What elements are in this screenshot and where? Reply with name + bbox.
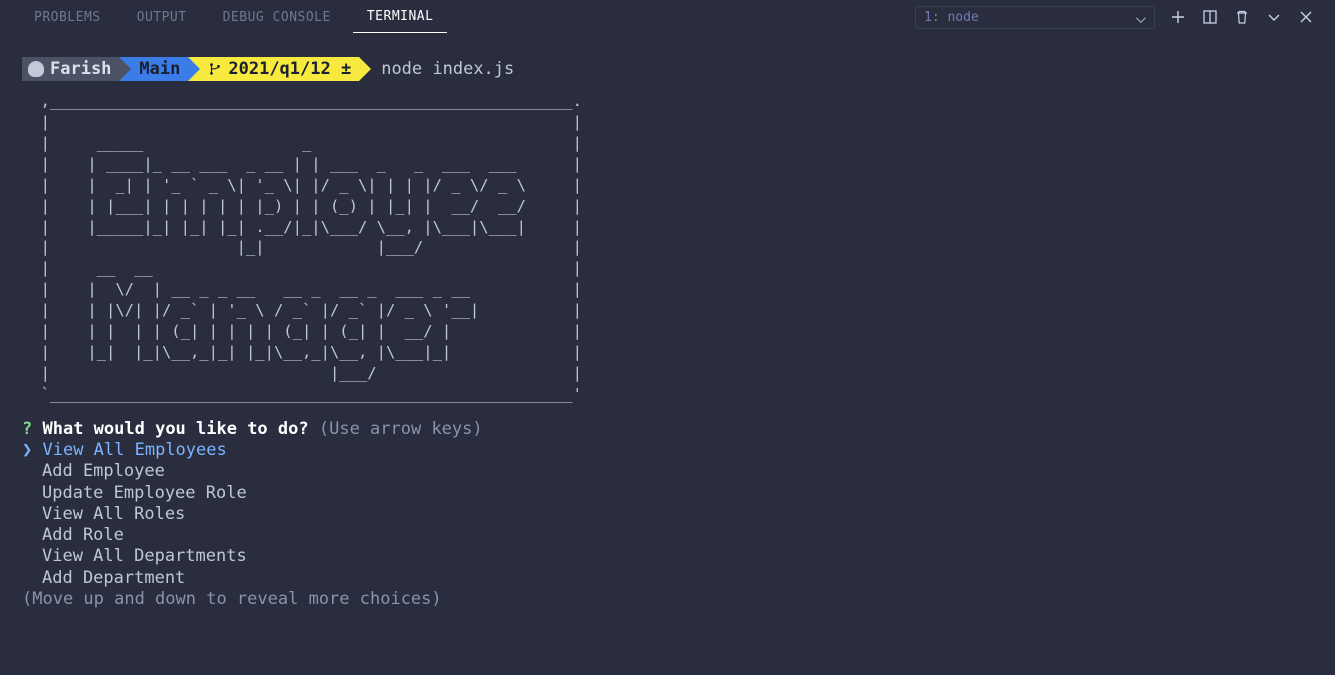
inquirer-option-selected[interactable]: ❯ View All Employees (22, 440, 1313, 461)
plus-icon (1170, 9, 1186, 25)
maximize-panel-button[interactable] (1265, 8, 1283, 26)
inquirer-option[interactable]: View All Departments (42, 546, 1313, 567)
panel-tab-bar: PROBLEMS OUTPUT DEBUG CONSOLE TERMINAL 1… (0, 0, 1335, 35)
inquirer-option[interactable]: Update Employee Role (42, 483, 1313, 504)
inquirer-question-line: ? What would you like to do? (Use arrow … (22, 419, 1313, 440)
trash-icon (1234, 9, 1250, 25)
terminal-selector-label: 1: node (924, 10, 979, 25)
new-terminal-button[interactable] (1169, 8, 1187, 26)
split-terminal-button[interactable] (1201, 8, 1219, 26)
shell-command: node index.js (381, 59, 514, 79)
inquirer-option[interactable]: View All Roles (42, 504, 1313, 525)
close-panel-button[interactable] (1297, 8, 1315, 26)
prompt-segment-git: 2021/q1/12 ± (188, 57, 359, 81)
inquirer-option[interactable]: Add Employee (42, 461, 1313, 482)
tab-terminal[interactable]: TERMINAL (353, 1, 448, 33)
chevron-down-icon (1136, 12, 1146, 22)
tab-debug-console[interactable]: DEBUG CONSOLE (209, 2, 345, 33)
tab-output[interactable]: OUTPUT (123, 2, 201, 33)
close-icon (1298, 9, 1314, 25)
prompt-segment-user: Farish (22, 57, 119, 81)
chevron-up-icon (1266, 9, 1282, 25)
git-branch-icon (208, 62, 222, 76)
shell-prompt: Farish Main 2021/q1/12 ± node index.js (22, 57, 1313, 81)
inquirer-option[interactable]: Add Role (42, 525, 1313, 546)
terminal-content[interactable]: Farish Main 2021/q1/12 ± node index.js ,… (0, 35, 1335, 610)
inquirer-footer-hint: (Move up and down to reveal more choices… (22, 589, 1313, 610)
question-mark-icon: ? (22, 419, 32, 439)
pointer-icon: ❯ (22, 440, 32, 460)
terminal-selector-dropdown[interactable]: 1: node (915, 6, 1155, 29)
tab-problems[interactable]: PROBLEMS (20, 2, 115, 33)
split-panel-icon (1202, 9, 1218, 25)
kill-terminal-button[interactable] (1233, 8, 1251, 26)
inquirer-option[interactable]: Add Department (42, 568, 1313, 589)
ascii-banner: ,_______________________________________… (22, 91, 1313, 405)
